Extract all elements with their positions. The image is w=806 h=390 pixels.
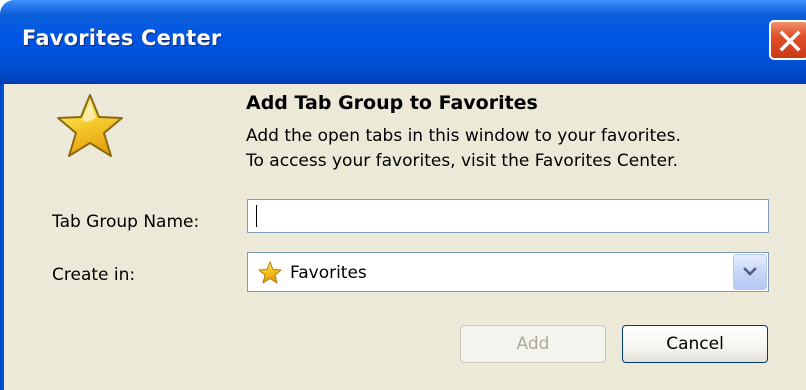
tab-group-name-label: Tab Group Name:: [52, 212, 200, 232]
add-button[interactable]: Add: [460, 325, 606, 363]
window-title: Favorites Center: [22, 26, 222, 50]
chevron-down-icon: [743, 267, 757, 276]
folder-star-icon: [258, 261, 282, 284]
description-line-1: Add the open tabs in this window to your…: [246, 126, 681, 146]
description-line-2: To access your favorites, visit the Favo…: [246, 151, 678, 171]
dialog-heading: Add Tab Group to Favorites: [246, 92, 538, 114]
close-button[interactable]: [769, 20, 806, 60]
favorites-center-window: Favorites Center Add Tab Group to Favori…: [0, 0, 806, 390]
title-bar[interactable]: Favorites Center: [0, 0, 806, 84]
tab-group-name-input[interactable]: [247, 199, 769, 233]
text-caret: [256, 205, 257, 227]
dialog-description: Add the open tabs in this window to your…: [246, 124, 681, 174]
create-in-value: Favorites: [290, 263, 367, 283]
star-icon: [57, 94, 123, 157]
create-in-dropdown[interactable]: Favorites: [247, 252, 769, 292]
window-frame-left: [0, 84, 4, 390]
dropdown-button[interactable]: [733, 254, 767, 290]
cancel-button[interactable]: Cancel: [622, 325, 768, 363]
close-icon: [779, 30, 801, 52]
create-in-label: Create in:: [52, 265, 136, 285]
